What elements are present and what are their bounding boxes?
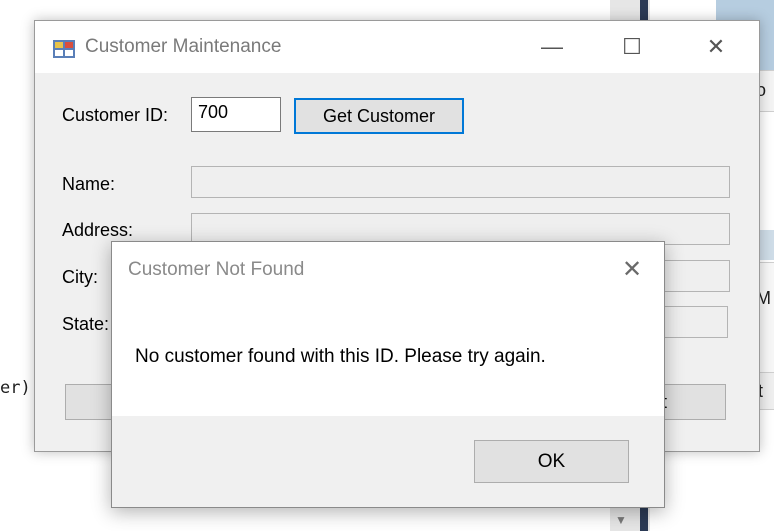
state-field[interactable] <box>655 306 728 338</box>
dialog-close-icon[interactable]: ✕ <box>614 252 650 288</box>
scroll-down-arrow-icon[interactable]: ▼ <box>610 510 632 530</box>
background-code-text: er) <box>0 378 31 398</box>
ok-button[interactable]: OK <box>474 440 629 483</box>
window-title: Customer Maintenance <box>85 36 282 57</box>
get-customer-button[interactable]: Get Customer <box>294 98 464 134</box>
state-label: State: <box>62 314 110 334</box>
customer-not-found-dialog: Customer Not Found ✕ No customer found w… <box>111 241 665 508</box>
maximize-icon[interactable]: ☐ <box>603 21 661 73</box>
app-icon <box>53 40 75 58</box>
close-icon[interactable]: ✕ <box>687 21 745 73</box>
city-field[interactable] <box>655 260 730 292</box>
dialog-title: Customer Not Found <box>128 259 305 280</box>
name-label: Name: <box>62 174 116 194</box>
customer-id-label: Customer ID: <box>62 105 169 125</box>
city-label: City: <box>62 267 98 287</box>
address-label: Address: <box>62 220 134 240</box>
window-titlebar[interactable]: Customer Maintenance — ☐ ✕ <box>35 21 759 73</box>
dialog-message: No customer found with this ID. Please t… <box>135 346 546 367</box>
customer-id-input[interactable]: 700 <box>191 97 281 132</box>
dialog-content-area: Customer Not Found ✕ No customer found w… <box>112 242 664 416</box>
name-field[interactable] <box>191 166 730 198</box>
minimize-icon[interactable]: — <box>523 21 581 73</box>
